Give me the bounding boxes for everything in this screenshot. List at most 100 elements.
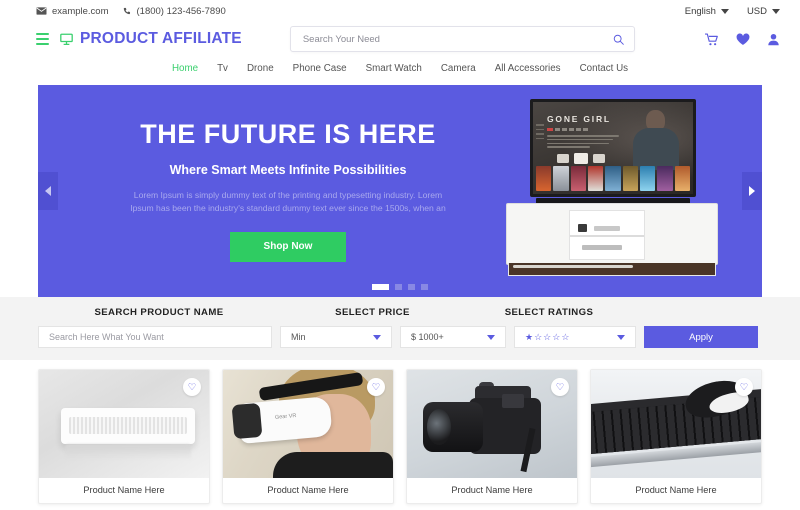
nav-item-tv[interactable]: Tv bbox=[217, 63, 228, 74]
wishlist-heart-icon[interactable]: ♡ bbox=[735, 378, 753, 396]
filter-label-ratings: SELECT RATINGS bbox=[504, 307, 594, 318]
nav-item-home[interactable]: Home bbox=[172, 63, 198, 74]
cart-icon[interactable] bbox=[705, 32, 719, 46]
currency-value: USD bbox=[746, 5, 767, 17]
email-contact[interactable]: example.com bbox=[36, 6, 109, 17]
star-empty-3: ☆ bbox=[543, 331, 552, 342]
product-name: Product Name Here bbox=[451, 485, 533, 495]
language-value: English bbox=[684, 5, 716, 17]
product-card[interactable]: ♡ Product Name Here bbox=[590, 369, 762, 504]
email-text: example.com bbox=[52, 5, 109, 17]
search-input[interactable] bbox=[302, 33, 613, 45]
hero-banner: THE FUTURE IS HERE Where Smart Meets Inf… bbox=[38, 85, 762, 297]
filter-fields: Min $ 1000+ ★ ☆ ☆ ☆ ☆ Apply bbox=[38, 326, 762, 348]
price-min-select[interactable]: Min bbox=[280, 326, 392, 348]
filter-label-price: SELECT PRICE bbox=[335, 307, 410, 318]
tv-media-console bbox=[506, 203, 718, 265]
product-image-vr-headset: Gear VR ♡ bbox=[223, 370, 393, 478]
product-image-air-conditioner: ♡ bbox=[39, 370, 209, 478]
chevron-left-icon bbox=[45, 186, 51, 196]
hero-section: THE FUTURE IS HERE Where Smart Meets Inf… bbox=[0, 80, 800, 297]
console-compartment bbox=[569, 210, 645, 260]
tv-side-labels bbox=[536, 124, 544, 142]
search-icon[interactable] bbox=[613, 34, 624, 45]
phone-icon bbox=[123, 7, 132, 16]
nav-item-drone[interactable]: Drone bbox=[247, 63, 274, 74]
tv-movie-meta bbox=[547, 128, 588, 131]
chevron-down-icon bbox=[373, 334, 381, 340]
tv-movie-title: GONE GIRL bbox=[547, 114, 611, 124]
price-max-value: $ 1000+ bbox=[411, 332, 444, 342]
shop-now-button[interactable]: Shop Now bbox=[230, 231, 346, 262]
rating-select[interactable]: ★ ☆ ☆ ☆ ☆ bbox=[514, 326, 636, 348]
apply-filters-button[interactable]: Apply bbox=[644, 326, 758, 348]
header-search[interactable] bbox=[289, 26, 635, 52]
price-max-select[interactable]: $ 1000+ bbox=[400, 326, 506, 348]
user-account-icon[interactable] bbox=[767, 33, 780, 46]
tv-movie-synopsis bbox=[547, 135, 619, 150]
nav-item-all-accessories[interactable]: All Accessories bbox=[495, 63, 561, 74]
carousel-dot-1[interactable] bbox=[372, 284, 389, 290]
header-actions bbox=[705, 32, 780, 46]
chevron-down-icon bbox=[772, 8, 780, 14]
nav-item-smart-watch[interactable]: Smart Watch bbox=[366, 63, 422, 74]
product-grid: ♡ Product Name Here Gear VR ♡ Product Na… bbox=[0, 360, 800, 504]
star-filled-1: ★ bbox=[525, 331, 534, 342]
rating-stars: ★ ☆ ☆ ☆ ☆ bbox=[525, 331, 570, 342]
product-name-input[interactable] bbox=[49, 332, 261, 342]
site-header: PRODUCT AFFILIATE bbox=[0, 22, 800, 56]
hero-visual: GONE GIRL bbox=[488, 85, 762, 297]
phone-text: (1800) 123-456-7890 bbox=[136, 5, 226, 17]
carousel-indicators bbox=[372, 284, 428, 290]
tv-movie-character bbox=[633, 110, 679, 170]
carousel-prev-button[interactable] bbox=[38, 172, 58, 210]
tv-poster-row bbox=[536, 166, 690, 191]
star-empty-5: ☆ bbox=[561, 331, 570, 342]
wishlist-heart-icon[interactable]: ♡ bbox=[367, 378, 385, 396]
star-empty-2: ☆ bbox=[534, 331, 543, 342]
filter-labels: SEARCH PRODUCT NAME SELECT PRICE SELECT … bbox=[38, 307, 762, 318]
product-card[interactable]: ♡ Product Name Here bbox=[406, 369, 578, 504]
carousel-dot-3[interactable] bbox=[408, 284, 415, 290]
contact-info: example.com (1800) 123-456-7890 bbox=[36, 6, 226, 17]
hamburger-icon[interactable] bbox=[36, 33, 49, 45]
nav-item-contact-us[interactable]: Contact Us bbox=[580, 63, 628, 74]
nav-item-camera[interactable]: Camera bbox=[441, 63, 476, 74]
currency-selector[interactable]: USD bbox=[747, 6, 780, 17]
main-navigation: Home Tv Drone Phone Case Smart Watch Cam… bbox=[0, 56, 800, 80]
hero-description: Lorem Ipsum is simply dummy text of the … bbox=[130, 190, 446, 214]
monitor-icon bbox=[60, 33, 73, 46]
locale-controls: English USD bbox=[685, 6, 780, 17]
carousel-next-button[interactable] bbox=[742, 172, 762, 210]
product-image-keyboard-mouse: ♡ bbox=[591, 370, 761, 478]
tv-screen: GONE GIRL bbox=[530, 99, 696, 197]
filter-bar: SEARCH PRODUCT NAME SELECT PRICE SELECT … bbox=[0, 297, 800, 360]
hero-copy: THE FUTURE IS HERE Where Smart Meets Inf… bbox=[38, 85, 488, 297]
product-card[interactable]: ♡ Product Name Here bbox=[38, 369, 210, 504]
brand-logo[interactable]: PRODUCT AFFILIATE bbox=[60, 30, 242, 48]
carousel-dot-4[interactable] bbox=[421, 284, 428, 290]
chevron-down-icon bbox=[487, 334, 495, 340]
chevron-down-icon bbox=[617, 334, 625, 340]
wishlist-heart-icon[interactable]: ♡ bbox=[183, 378, 201, 396]
wishlist-heart-icon[interactable] bbox=[736, 32, 750, 46]
mail-icon bbox=[36, 7, 47, 15]
product-name: Product Name Here bbox=[635, 485, 717, 495]
product-name: Product Name Here bbox=[83, 485, 165, 495]
price-min-value: Min bbox=[291, 332, 306, 342]
product-image-dslr-camera: ♡ bbox=[407, 370, 577, 478]
tv-illustration: GONE GIRL bbox=[506, 99, 718, 281]
product-name-field[interactable] bbox=[38, 326, 272, 348]
hero-title: THE FUTURE IS HERE bbox=[140, 119, 436, 150]
utility-bar: example.com (1800) 123-456-7890 English … bbox=[0, 0, 800, 22]
wishlist-heart-icon[interactable]: ♡ bbox=[551, 378, 569, 396]
product-name: Product Name Here bbox=[267, 485, 349, 495]
chevron-right-icon bbox=[749, 186, 755, 196]
language-selector[interactable]: English bbox=[685, 6, 729, 17]
console-base bbox=[508, 263, 716, 276]
chevron-down-icon bbox=[720, 8, 729, 14]
nav-item-phone-case[interactable]: Phone Case bbox=[293, 63, 347, 74]
product-card[interactable]: Gear VR ♡ Product Name Here bbox=[222, 369, 394, 504]
phone-contact[interactable]: (1800) 123-456-7890 bbox=[123, 6, 226, 17]
carousel-dot-2[interactable] bbox=[395, 284, 402, 290]
